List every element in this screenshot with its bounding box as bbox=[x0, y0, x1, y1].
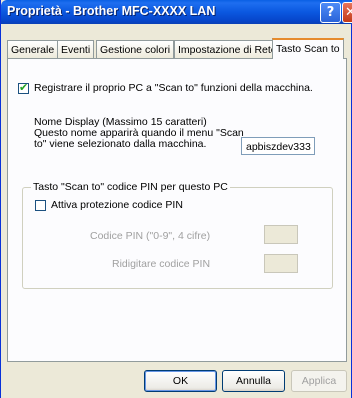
properties-dialog: Proprietà - Brother MFC-XXXX LAN ? ✕ Gen… bbox=[0, 0, 352, 398]
tab-impostazione-rete[interactable]: Impostazione di Rete bbox=[174, 40, 281, 59]
title-bar[interactable]: Proprietà - Brother MFC-XXXX LAN ? ✕ bbox=[1, 0, 352, 24]
display-name-input[interactable]: apbiszdev333 bbox=[241, 137, 315, 155]
register-pc-label[interactable]: Registrare il proprio PC a "Scan to" fun… bbox=[34, 83, 313, 94]
tab-strip: Generale Eventi Gestione colori Impostaz… bbox=[7, 38, 347, 59]
pin-retype-label: Ridigitare codice PIN bbox=[112, 258, 211, 270]
pin-protect-checkbox[interactable] bbox=[35, 200, 46, 211]
pin-code-input[interactable] bbox=[264, 225, 298, 244]
ok-button[interactable]: OK bbox=[144, 370, 217, 392]
pin-retype-input[interactable] bbox=[264, 254, 298, 273]
scan-to-panel: ✔ Registrare il proprio PC a "Scan to" f… bbox=[7, 58, 347, 362]
pin-code-label: Codice PIN ("0-9", 4 cifre) bbox=[90, 230, 211, 242]
help-icon: ? bbox=[326, 5, 335, 20]
display-name-label-line3: to" viene selezionato dalla macchina. bbox=[34, 138, 207, 150]
tab-gestione-colori[interactable]: Gestione colori bbox=[96, 40, 175, 59]
tab-eventi[interactable]: Eventi bbox=[57, 40, 95, 59]
close-icon: ✕ bbox=[345, 5, 352, 20]
tab-scan-to[interactable]: Tasto Scan to bbox=[272, 38, 344, 59]
apply-button[interactable]: Applica bbox=[291, 370, 347, 392]
checkmark-icon: ✔ bbox=[19, 81, 29, 94]
pin-group: Tasto "Scan to" codice PIN per questo PC… bbox=[22, 181, 333, 289]
tab-generale[interactable]: Generale bbox=[7, 40, 59, 59]
close-button[interactable]: ✕ bbox=[342, 2, 352, 23]
pin-group-legend: Tasto "Scan to" codice PIN per questo PC bbox=[31, 181, 230, 193]
register-pc-checkbox[interactable]: ✔ bbox=[18, 81, 29, 94]
pin-protect-label[interactable]: Attiva protezione codice PIN bbox=[51, 200, 183, 211]
help-button[interactable]: ? bbox=[320, 2, 341, 23]
window-title: Proprietà - Brother MFC-XXXX LAN bbox=[7, 4, 216, 18]
cancel-button[interactable]: Annulla bbox=[222, 370, 285, 392]
